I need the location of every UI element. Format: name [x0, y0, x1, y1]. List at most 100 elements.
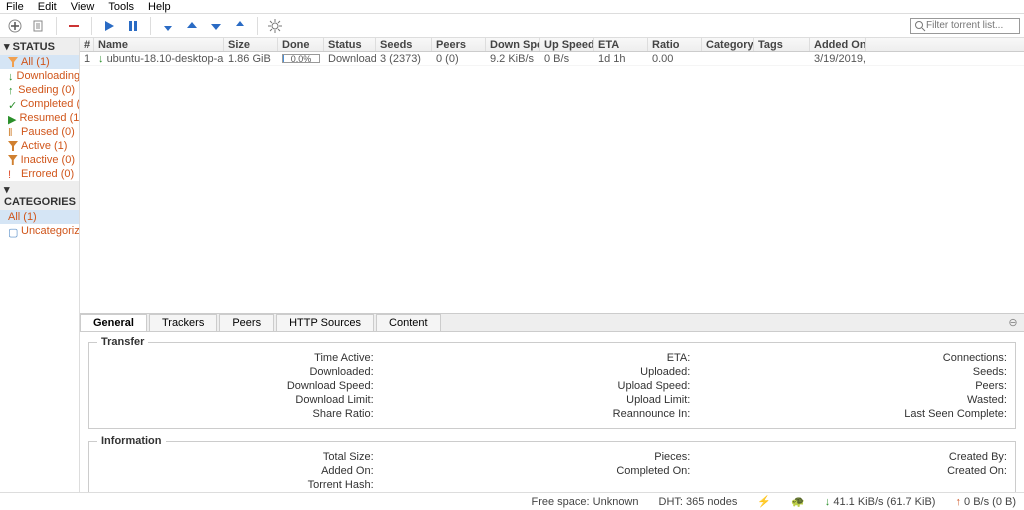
preferences-button[interactable] — [264, 16, 286, 36]
toolbar-separator — [91, 17, 92, 35]
move-top-button[interactable] — [157, 16, 179, 36]
pause-button[interactable] — [122, 16, 144, 36]
toolbar — [0, 14, 1024, 38]
upload-icon: ↑ — [8, 85, 15, 95]
col-up-speed[interactable]: Up Speed — [540, 38, 594, 51]
tab-peers[interactable]: Peers — [219, 314, 274, 331]
col-ratio[interactable]: Ratio — [648, 38, 702, 51]
menu-help[interactable]: Help — [148, 1, 171, 13]
lbl-ul-speed: Upload Speed: — [618, 380, 691, 392]
sidebar-status-active[interactable]: Active (1) — [0, 139, 79, 153]
sidebar-status-header[interactable]: ▾ STATUS — [0, 38, 79, 55]
cell-category — [702, 52, 754, 65]
col-down-speed[interactable]: Down Speed — [486, 38, 540, 51]
col-status[interactable]: Status — [324, 38, 376, 51]
sidebar-status-errored[interactable]: !Errored (0) — [0, 167, 79, 181]
tab-general[interactable]: General — [80, 314, 147, 331]
delete-button[interactable] — [63, 16, 85, 36]
lbl-time-active: Time Active: — [314, 352, 374, 364]
col-peers[interactable]: Peers — [432, 38, 486, 51]
torrent-list: 1 ↓ ubuntu-18.10-desktop-amd64.iso 1.86 … — [80, 52, 1024, 313]
tab-trackers[interactable]: Trackers — [149, 314, 217, 331]
lbl-created-on: Created On: — [947, 465, 1007, 477]
status-upload-rate[interactable]: ↑ 0 B/s (0 B) — [955, 496, 1016, 508]
sidebar-status-resumed[interactable]: ▶Resumed (1) — [0, 111, 79, 125]
sidebar-status-completed[interactable]: ✓Completed (0) — [0, 97, 79, 111]
cell-name: ↓ ubuntu-18.10-desktop-amd64.iso — [94, 52, 224, 65]
lbl-peers: Peers: — [975, 380, 1007, 392]
detail-tabs: General Trackers Peers HTTP Sources Cont… — [80, 313, 1024, 332]
status-download-rate[interactable]: ↓ 41.1 KiB/s (61.7 KiB) — [825, 496, 936, 508]
cell-size: 1.86 GiB — [224, 52, 278, 65]
cell-added: 3/19/2019, 10… — [810, 52, 866, 65]
menu-edit[interactable]: Edit — [38, 1, 57, 13]
lbl-reannounce: Reannounce In: — [613, 408, 691, 420]
download-icon: ↓ — [98, 53, 104, 65]
add-torrent-link-button[interactable] — [4, 16, 26, 36]
tab-content[interactable]: Content — [376, 314, 441, 331]
filter-icon — [8, 155, 18, 165]
lbl-downloaded: Downloaded: — [309, 366, 373, 378]
col-category[interactable]: Category — [702, 38, 754, 51]
filter-input[interactable] — [926, 20, 1016, 31]
sidebar-status-downloading[interactable]: ↓Downloading (1) — [0, 69, 79, 83]
cell-ratio: 0.00 — [648, 52, 702, 65]
col-done[interactable]: Done — [278, 38, 324, 51]
sidebar-cat-uncategorized[interactable]: ▢Uncategorized (1) — [0, 224, 79, 238]
sidebar-status-all[interactable]: All (1) — [0, 55, 79, 69]
col-index[interactable]: # — [80, 38, 94, 51]
menu-view[interactable]: View — [71, 1, 95, 13]
col-tags[interactable]: Tags — [754, 38, 810, 51]
lbl-torrent-hash: Torrent Hash: — [308, 479, 374, 491]
move-down-button[interactable] — [205, 16, 227, 36]
lbl-uploaded: Uploaded: — [640, 366, 690, 378]
toolbar-separator — [56, 17, 57, 35]
connection-status-icon[interactable]: ⚡ — [757, 495, 771, 508]
tab-http-sources[interactable]: HTTP Sources — [276, 314, 374, 331]
lbl-ul-limit: Upload Limit: — [626, 394, 690, 406]
col-seeds[interactable]: Seeds — [376, 38, 432, 51]
transfer-legend: Transfer — [97, 336, 148, 348]
information-fieldset: Information Total Size: Pieces: Created … — [88, 435, 1016, 492]
col-added[interactable]: Added On — [810, 38, 866, 51]
close-details-button[interactable]: ⊖ — [1006, 316, 1020, 330]
alt-speed-icon[interactable]: 🐢 — [791, 495, 805, 508]
transfer-fieldset: Transfer Time Active: ETA: Connections: … — [88, 336, 1016, 429]
play-icon: ▶ — [8, 113, 16, 123]
cell-up-speed: 0 B/s — [540, 52, 594, 65]
sidebar-cat-all[interactable]: All (1) — [0, 210, 79, 224]
lbl-last-seen: Last Seen Complete: — [904, 408, 1007, 420]
add-torrent-file-button[interactable] — [28, 16, 50, 36]
upload-arrow-icon: ↑ — [955, 496, 961, 508]
status-bar: Free space: Unknown DHT: 365 nodes ⚡ 🐢 ↓… — [0, 492, 1024, 510]
lbl-added-on: Added On: — [321, 465, 374, 477]
sidebar-status-seeding[interactable]: ↑Seeding (0) — [0, 83, 79, 97]
cell-done: 0.0% — [278, 52, 324, 65]
sidebar-status-paused[interactable]: ‖Paused (0) — [0, 125, 79, 139]
lbl-wasted: Wasted: — [967, 394, 1007, 406]
lbl-dl-limit: Download Limit: — [295, 394, 373, 406]
col-eta[interactable]: ETA — [594, 38, 648, 51]
lbl-connections: Connections: — [943, 352, 1007, 364]
details-panel: Transfer Time Active: ETA: Connections: … — [80, 332, 1024, 492]
download-icon: ↓ — [8, 71, 14, 81]
col-name[interactable]: Name — [94, 38, 224, 51]
filter-search[interactable] — [910, 18, 1020, 34]
torrent-row[interactable]: 1 ↓ ubuntu-18.10-desktop-amd64.iso 1.86 … — [80, 52, 1024, 66]
status-dht: DHT: 365 nodes — [659, 496, 738, 508]
folder-icon: ▢ — [8, 226, 18, 236]
filter-icon — [8, 141, 18, 151]
error-icon: ! — [8, 169, 18, 179]
lbl-created-by: Created By: — [949, 451, 1007, 463]
lbl-total-size: Total Size: — [323, 451, 374, 463]
lbl-eta: ETA: — [667, 352, 691, 364]
sidebar-categories-header[interactable]: ▾ CATEGORIES — [0, 181, 79, 210]
col-size[interactable]: Size — [224, 38, 278, 51]
resume-button[interactable] — [98, 16, 120, 36]
move-up-button[interactable] — [181, 16, 203, 36]
lbl-share-ratio: Share Ratio: — [313, 408, 374, 420]
menu-file[interactable]: File — [6, 1, 24, 13]
move-bottom-button[interactable] — [229, 16, 251, 36]
menu-tools[interactable]: Tools — [108, 1, 134, 13]
sidebar-status-inactive[interactable]: Inactive (0) — [0, 153, 79, 167]
